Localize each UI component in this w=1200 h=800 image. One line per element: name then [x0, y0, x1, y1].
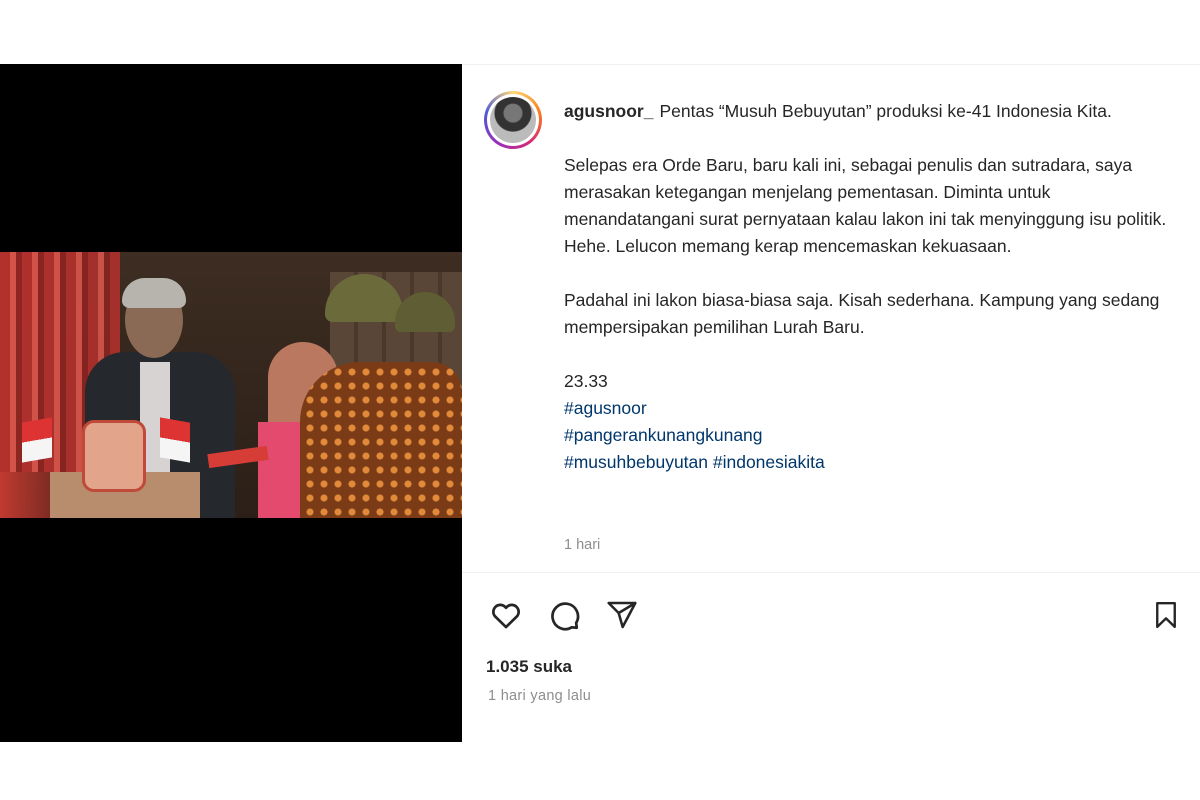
- caption-paragraph: Padahal ini lakon biasa-biasa saja. Kisa…: [564, 290, 1160, 337]
- bookmark-icon: [1156, 601, 1176, 629]
- share-button[interactable]: [602, 595, 642, 635]
- caption-intro: Pentas “Musuh Bebuyutan” produksi ke-41 …: [659, 101, 1112, 121]
- avatar[interactable]: [484, 91, 542, 149]
- avatar-image: [490, 97, 536, 143]
- post-caption: agusnoor_ Pentas “Musuh Bebuyutan” produk…: [564, 98, 1174, 476]
- post-timestamp: 1 hari yang lalu: [488, 688, 592, 704]
- post-details-panel: agusnoor_ Pentas “Musuh Bebuyutan” produk…: [462, 64, 1200, 742]
- comment-button[interactable]: [544, 595, 584, 635]
- hashtag-link[interactable]: #pangerankunangkunang: [564, 422, 1174, 449]
- caption-paragraph: Selepas era Orde Baru, baru kali ini, se…: [564, 155, 1167, 256]
- post-media[interactable]: [0, 64, 462, 742]
- heart-icon: [492, 603, 520, 629]
- caption-time: 23.33: [564, 371, 608, 391]
- like-count[interactable]: 1.035 suka: [486, 657, 572, 677]
- instagram-post: agusnoor_ Pentas “Musuh Bebuyutan” produk…: [0, 64, 1200, 742]
- action-bar: [486, 595, 1186, 635]
- username-link[interactable]: agusnoor_: [564, 101, 653, 121]
- video-frame[interactable]: [0, 252, 462, 518]
- save-button[interactable]: [1146, 595, 1186, 635]
- hashtag-link[interactable]: #agusnoor: [564, 395, 1174, 422]
- caption-age: 1 hari: [564, 537, 601, 553]
- caption-area: agusnoor_ Pentas “Musuh Bebuyutan” produk…: [462, 65, 1200, 573]
- like-button[interactable]: [486, 595, 526, 635]
- send-icon: [607, 601, 637, 629]
- comment-icon: [551, 602, 580, 631]
- hashtag-link[interactable]: #musuhbebuyutan #indonesiakita: [564, 449, 1174, 476]
